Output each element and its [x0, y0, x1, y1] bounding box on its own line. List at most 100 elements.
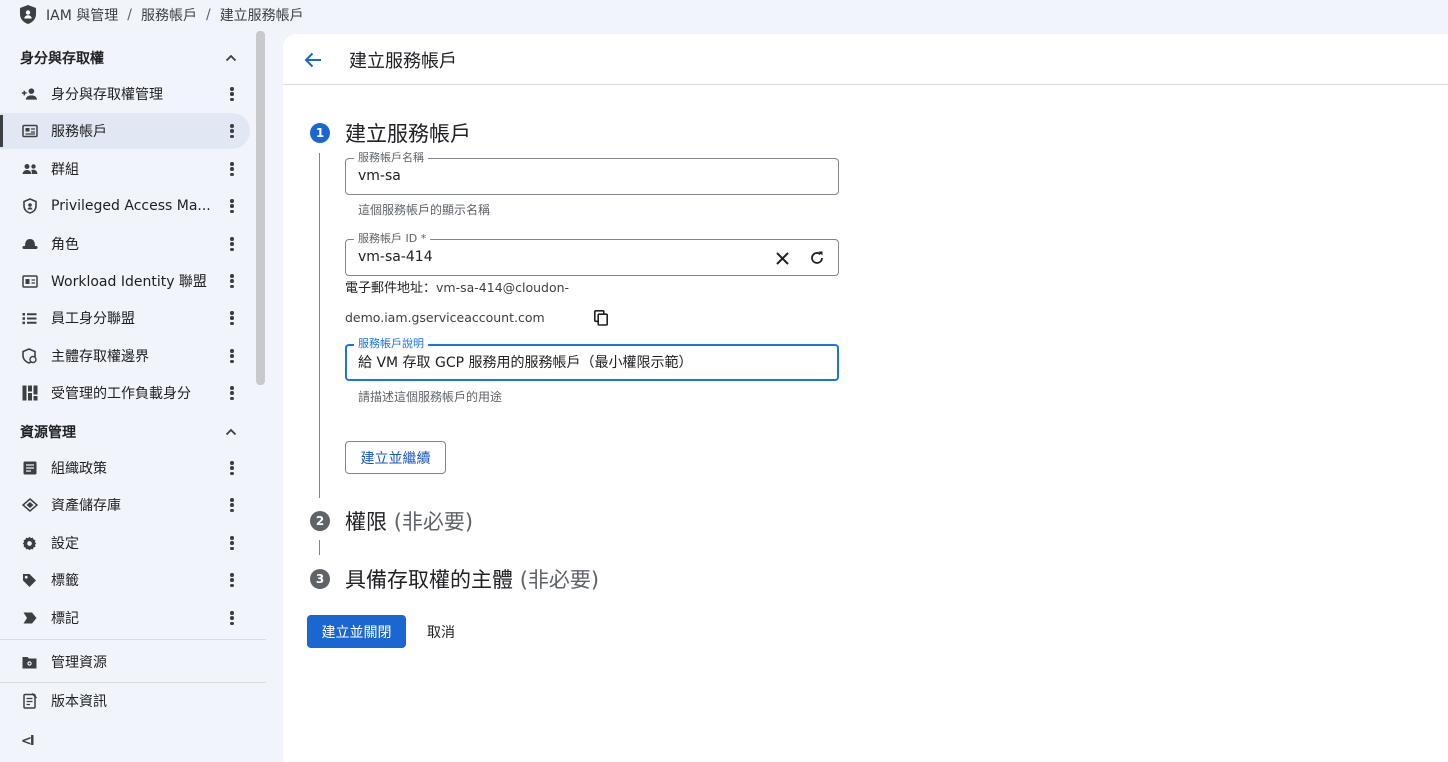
more-vert-icon[interactable]: [228, 535, 236, 551]
sidebar-item-tags[interactable]: 標籤: [0, 562, 250, 598]
chevron-up-icon[interactable]: [224, 50, 238, 64]
sidebar-item-label: 組織政策: [51, 461, 107, 477]
email-line-2: demo.iam.gserviceaccount.com: [345, 310, 545, 325]
more-vert-icon[interactable]: [228, 198, 236, 214]
sidebar-item-label: 受管理的工作負載身分: [51, 386, 191, 402]
step-optional-tag: (非必要): [519, 568, 600, 592]
sidebar-item-label: 角色: [51, 237, 79, 253]
sidebar-item-service-accounts[interactable]: 服務帳戶: [0, 113, 250, 149]
section-title-resource-management: 資源管理: [20, 425, 76, 441]
sidebar-item-principal-access-boundary[interactable]: 主體存取權邊界: [0, 338, 250, 374]
sidebar-item-label: 設定: [51, 536, 79, 552]
sidebar-item-settings[interactable]: 設定: [0, 525, 250, 561]
service-account-description-field[interactable]: 服務帳戶說明: [345, 337, 839, 381]
sidebar: 身分與存取權 身分與存取權管理 服務帳戶 群組 Privileged Acces…: [0, 31, 266, 762]
more-vert-icon[interactable]: [228, 236, 236, 252]
create-and-continue-button[interactable]: 建立並繼續: [345, 441, 446, 474]
clear-icon[interactable]: [775, 251, 790, 266]
group-icon: [21, 161, 38, 178]
more-vert-icon[interactable]: [228, 348, 236, 364]
chevron-up-icon[interactable]: [224, 424, 238, 438]
step-2-title[interactable]: 權限 (非必要): [345, 506, 473, 536]
sidebar-scrollbar[interactable]: [256, 31, 265, 385]
more-vert-icon[interactable]: [228, 161, 236, 177]
sidebar-item-managed-workload-identities[interactable]: 受管理的工作負載身分: [0, 375, 250, 411]
more-vert-icon[interactable]: [228, 497, 236, 513]
email-address: 電子郵件地址：vm-sa-414@cloudon-: [345, 277, 569, 296]
more-vert-icon[interactable]: [228, 572, 236, 588]
field-label: 服務帳戶 ID *: [354, 232, 431, 246]
sidebar-item-label: 員工身分聯盟: [51, 311, 135, 327]
service-account-name-input[interactable]: [358, 168, 768, 184]
collapse-sidebar-button[interactable]: <I: [21, 734, 35, 749]
create-and-close-button[interactable]: 建立並關閉: [307, 615, 406, 648]
gear-icon: [21, 535, 38, 552]
service-account-id-field[interactable]: 服務帳戶 ID *: [345, 232, 839, 276]
sidebar-item-workforce-identity[interactable]: 員工身分聯盟: [0, 300, 250, 336]
sidebar-item-asset-inventory[interactable]: 資產儲存庫: [0, 487, 250, 523]
list-icon: [21, 310, 38, 327]
step-3-badge: 3: [310, 569, 330, 589]
sidebar-item-groups[interactable]: 群組: [0, 151, 250, 187]
step-1-badge: 1: [310, 123, 330, 143]
more-vert-icon[interactable]: [228, 460, 236, 476]
description-hint: 請描述這個服務帳戶的用途: [358, 390, 503, 404]
sidebar-item-manage-resources[interactable]: 管理資源: [0, 644, 250, 680]
service-account-description-input[interactable]: [358, 354, 828, 370]
sidebar-item-label: 標籤: [51, 573, 79, 589]
sidebar-item-privileged-access[interactable]: Privileged Access Ma...: [0, 188, 250, 224]
asset-icon: [21, 497, 38, 514]
sidebar-item-org-policies[interactable]: 組織政策: [0, 450, 250, 486]
iam-shield-icon: [20, 5, 38, 25]
step-1-title[interactable]: 建立服務帳戶: [345, 118, 471, 148]
manage-resources-icon: [21, 654, 38, 671]
refresh-icon[interactable]: [809, 250, 825, 266]
person-add-icon: [21, 86, 38, 103]
workload-icon: [21, 385, 38, 402]
sidebar-item-roles[interactable]: 角色: [0, 226, 250, 262]
service-account-id-input[interactable]: [358, 249, 768, 265]
breadcrumb-separator: /: [127, 7, 132, 23]
breadcrumb-create-service-account: 建立服務帳戶: [219, 8, 304, 24]
sidebar-item-labels[interactable]: 標記: [0, 600, 250, 636]
more-vert-icon[interactable]: [228, 385, 236, 401]
step-2-badge: 2: [310, 511, 330, 531]
more-vert-icon[interactable]: [228, 610, 236, 626]
breadcrumb-iam[interactable]: IAM 與管理: [46, 5, 118, 25]
copy-icon[interactable]: [594, 310, 608, 326]
more-vert-icon[interactable]: [228, 123, 236, 139]
field-label: 服務帳戶說明: [354, 337, 428, 351]
service-account-icon: [21, 123, 38, 140]
page-header: 建立服務帳戶: [283, 34, 1448, 85]
tag-icon: [21, 572, 38, 589]
release-notes-icon: [21, 693, 38, 710]
email-address-continued: demo.iam.gserviceaccount.com: [345, 310, 545, 326]
field-label: 服務帳戶名稱: [354, 151, 428, 165]
service-account-name-field[interactable]: 服務帳戶名稱: [345, 151, 839, 195]
sidebar-item-label: Workload Identity 聯盟: [51, 274, 207, 290]
more-vert-icon[interactable]: [228, 310, 236, 326]
sidebar-item-label: 身分與存取權管理: [51, 87, 163, 103]
email-line-1: vm-sa-414@cloudon-: [436, 280, 570, 295]
main-content: 建立服務帳戶 1 建立服務帳戶 服務帳戶名稱 這個服務帳戶的顯示名稱 服務帳戶 …: [283, 34, 1448, 762]
id-card-icon: [21, 273, 38, 290]
back-arrow-icon[interactable]: [303, 50, 323, 70]
breadcrumb-service-accounts[interactable]: 服務帳戶: [141, 5, 197, 25]
sidebar-item-label: Privileged Access Ma...: [51, 198, 211, 214]
breadcrumb: IAM 與管理 / 服務帳戶 / 建立服務帳戶: [0, 0, 1448, 30]
policy-icon: [21, 460, 38, 477]
sidebar-item-iam[interactable]: 身分與存取權管理: [0, 76, 250, 112]
name-hint: 這個服務帳戶的顯示名稱: [358, 203, 491, 217]
more-vert-icon[interactable]: [228, 273, 236, 289]
sidebar-item-release-notes[interactable]: 版本資訊: [0, 683, 250, 719]
step-3-title[interactable]: 具備存取權的主體 (非必要): [345, 564, 599, 594]
stepper-line: [319, 153, 320, 498]
step-optional-tag: (非必要): [393, 510, 474, 534]
breadcrumb-separator: /: [205, 7, 211, 23]
sidebar-item-label: 管理資源: [51, 655, 107, 671]
sidebar-item-workload-identity[interactable]: Workload Identity 聯盟: [0, 263, 250, 299]
sidebar-item-label: 資產儲存庫: [51, 498, 121, 514]
sidebar-item-label: 群組: [51, 162, 79, 178]
cancel-button[interactable]: 取消: [415, 615, 467, 648]
more-vert-icon[interactable]: [228, 86, 236, 102]
